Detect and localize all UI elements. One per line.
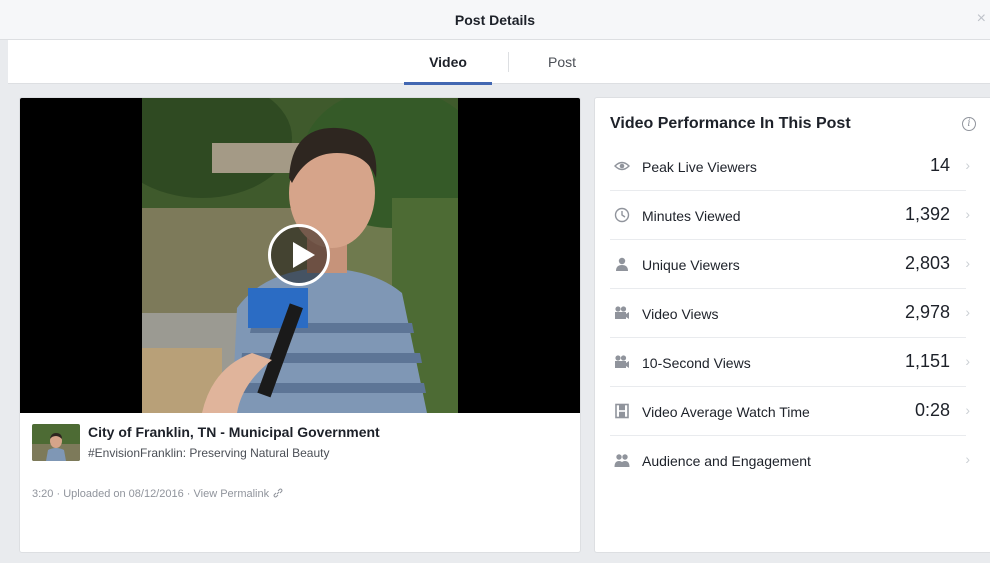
video-card: City of Franklin, TN - Municipal Governm… bbox=[19, 97, 581, 553]
post-meta: 3:20 · Uploaded on 08/12/2016 · View Per… bbox=[32, 488, 283, 500]
chevron-right-icon: › bbox=[965, 402, 970, 418]
video-camera-icon bbox=[615, 306, 629, 319]
metric-value: 2,803 bbox=[904, 253, 950, 273]
chevron-right-icon: › bbox=[965, 451, 970, 467]
dialog-header: Post Details × bbox=[0, 0, 990, 40]
tab-divider bbox=[508, 52, 509, 72]
metric-video-views[interactable]: Video Views 2,978 › bbox=[610, 289, 970, 338]
film-icon bbox=[615, 403, 629, 419]
metric-peak-live-viewers[interactable]: Peak Live Viewers 14 › bbox=[610, 142, 970, 191]
eye-icon bbox=[614, 161, 630, 171]
dialog-title: Post Details bbox=[454, 12, 536, 28]
video-camera-icon bbox=[615, 355, 629, 368]
metric-unique-viewers[interactable]: Unique Viewers 2,803 › bbox=[610, 240, 970, 289]
page-avatar[interactable] bbox=[32, 424, 80, 461]
person-icon bbox=[616, 257, 628, 271]
performance-panel: Video Performance In This Post i Peak Li… bbox=[594, 97, 990, 553]
close-icon[interactable]: × bbox=[977, 10, 986, 28]
tab-post[interactable]: Post bbox=[521, 40, 603, 84]
metric-value: 2,978 bbox=[904, 302, 950, 322]
metric-value: 0:28 bbox=[914, 400, 950, 420]
chevron-right-icon: › bbox=[965, 304, 970, 320]
metric-audience-engagement[interactable]: Audience and Engagement › bbox=[610, 436, 970, 485]
metric-10-second-views[interactable]: 10-Second Views 1,151 › bbox=[610, 338, 970, 387]
performance-title: Video Performance In This Post bbox=[610, 115, 851, 132]
tab-video[interactable]: Video bbox=[404, 40, 492, 85]
post-caption: #EnvisionFranklin: Preserving Natural Be… bbox=[88, 446, 330, 460]
video-player[interactable] bbox=[20, 98, 580, 413]
chevron-right-icon: › bbox=[965, 255, 970, 271]
info-icon[interactable]: i bbox=[962, 117, 976, 131]
play-icon[interactable] bbox=[268, 224, 330, 286]
metric-average-watch-time[interactable]: Video Average Watch Time 0:28 › bbox=[610, 387, 970, 436]
metric-value: 1,392 bbox=[904, 204, 950, 224]
meta-separator: · bbox=[186, 488, 191, 500]
metric-value: 14 bbox=[929, 155, 950, 175]
chevron-right-icon: › bbox=[965, 157, 970, 173]
tab-bar: Video Post bbox=[8, 40, 990, 85]
meta-separator: · bbox=[56, 488, 61, 500]
metric-label: Minutes Viewed bbox=[642, 208, 741, 224]
metric-label: Video Views bbox=[642, 306, 719, 322]
metric-minutes-viewed[interactable]: Minutes Viewed 1,392 › bbox=[610, 191, 970, 240]
chevron-right-icon: › bbox=[965, 353, 970, 369]
metric-label: Video Average Watch Time bbox=[642, 404, 810, 420]
metric-label: Peak Live Viewers bbox=[642, 159, 757, 175]
metric-value: 1,151 bbox=[904, 351, 950, 371]
video-duration: 3:20 bbox=[32, 488, 54, 500]
clock-icon bbox=[614, 207, 630, 223]
metric-label: Audience and Engagement bbox=[642, 453, 811, 469]
page-name[interactable]: City of Franklin, TN - Municipal Governm… bbox=[88, 424, 380, 440]
metric-label: Unique Viewers bbox=[642, 257, 740, 273]
metric-label: 10-Second Views bbox=[642, 355, 751, 371]
people-icon bbox=[614, 454, 630, 467]
view-permalink-link[interactable]: View Permalink bbox=[194, 488, 270, 500]
chevron-right-icon: › bbox=[965, 206, 970, 222]
link-icon bbox=[273, 488, 283, 498]
upload-date: Uploaded on 08/12/2016 bbox=[63, 488, 184, 500]
